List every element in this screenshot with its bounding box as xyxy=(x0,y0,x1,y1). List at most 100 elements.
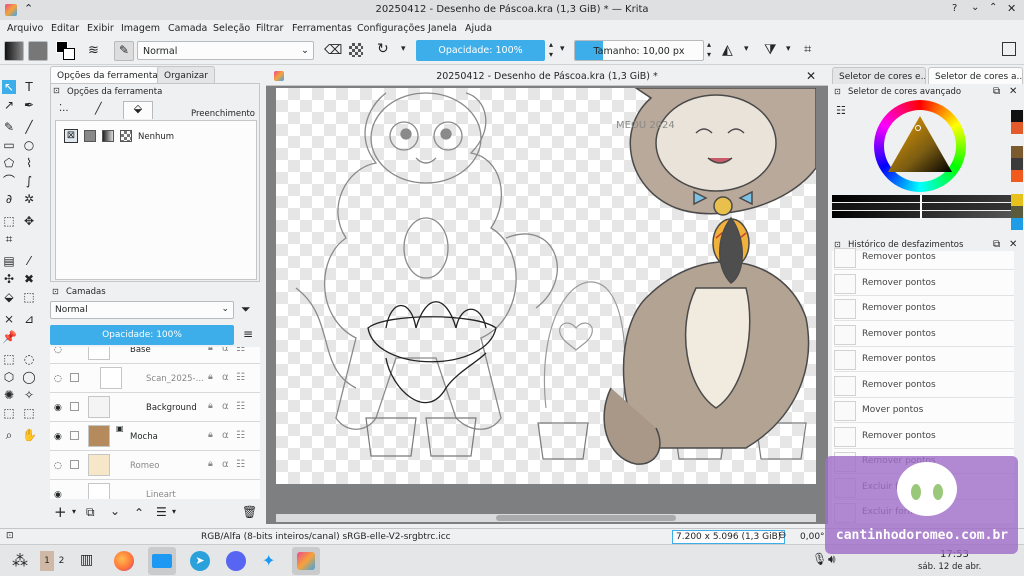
select-shapes-icon[interactable]: ↖ xyxy=(2,80,16,94)
layer-properties-icon[interactable]: ☷ xyxy=(236,401,245,412)
tab-organize[interactable]: Organizar xyxy=(157,66,215,83)
help-icon[interactable]: ? xyxy=(952,3,957,14)
tab-advanced-color-selector[interactable]: Seletor de cores a... xyxy=(928,67,1023,84)
ellipse-tool-icon[interactable]: ○ xyxy=(22,138,36,152)
layer-row[interactable]: ◌ Romeo 🔒︎ α ☷ xyxy=(50,451,260,480)
blend-mode-select[interactable]: Normal ⌄ xyxy=(137,41,314,60)
kdeconnect-icon[interactable]: ✦ xyxy=(262,551,275,570)
chevron-down-icon[interactable]: ▾ xyxy=(401,44,406,54)
hidden-icon[interactable]: ◌ xyxy=(54,461,62,471)
menu-janela[interactable]: Janela xyxy=(428,23,457,34)
zoom-tool-icon[interactable]: ⌕ xyxy=(2,428,16,442)
layer-row[interactable]: ◉ ▣ Mocha 🔒︎ α ☷ xyxy=(50,422,260,451)
checkbox-icon[interactable] xyxy=(70,431,79,440)
move-tool-icon[interactable]: ✥ xyxy=(22,214,36,228)
layer-row[interactable]: ◌ Scan_2025-... 🔒︎ α ☷ xyxy=(50,364,260,393)
lock-icon[interactable]: 🔒︎ xyxy=(208,372,213,382)
krita-taskbar-icon[interactable] xyxy=(292,547,320,575)
status-icon[interactable]: ⊡ xyxy=(6,531,14,541)
menu-ajuda[interactable]: Ajuda xyxy=(465,23,492,34)
duplicate-layer-icon[interactable]: ⧉ xyxy=(86,505,95,520)
brush-settings-icon[interactable]: ≋ xyxy=(88,43,99,58)
discord-icon[interactable] xyxy=(226,551,246,571)
pattern-icon[interactable] xyxy=(28,41,48,61)
move-up-icon[interactable]: ⌃ xyxy=(134,506,144,520)
alpha-icon[interactable]: α xyxy=(222,430,229,441)
bezier-tool-icon[interactable]: ⌒ xyxy=(2,174,16,188)
measure-tool-icon[interactable]: ⊿ xyxy=(22,312,36,326)
calligraphy-icon[interactable]: ✒ xyxy=(22,98,36,112)
alpha-icon[interactable]: α xyxy=(222,347,229,354)
menu-camada[interactable]: Camada xyxy=(168,23,207,34)
close-icon[interactable]: ✕ xyxy=(1007,2,1016,15)
color-settings-icon[interactable]: ☷ xyxy=(836,104,846,117)
history-item[interactable]: Remover pontos xyxy=(834,246,1014,270)
docker-collapse-icon[interactable]: ⊡ xyxy=(53,86,60,95)
magnetic-select-icon[interactable]: ⬚ xyxy=(22,406,36,420)
swatch[interactable] xyxy=(1011,194,1023,206)
eraser-icon[interactable]: ⌫ xyxy=(324,43,342,58)
pan-tool-icon[interactable]: ✋ xyxy=(22,428,37,442)
overview-icon[interactable]: ▥ xyxy=(80,552,93,568)
layer-row[interactable]: ◉ Lineart xyxy=(50,480,260,499)
maximize-icon[interactable]: ⌃ xyxy=(989,2,997,13)
layer-properties-icon[interactable]: ☷ xyxy=(236,347,245,354)
lock-icon[interactable]: 🔒︎ xyxy=(208,430,213,440)
chevron-down-icon[interactable]: ▾ xyxy=(560,44,565,54)
spin-arrows-icon[interactable]: ▴ ▾ xyxy=(707,40,711,60)
dots-icon[interactable]: ⁚.. xyxy=(59,103,69,114)
history-item[interactable]: Remover pontos xyxy=(834,425,1014,449)
volume-icon[interactable]: 🔊︎ xyxy=(828,552,836,567)
horizontal-scrollbar[interactable] xyxy=(276,514,816,522)
swatch[interactable] xyxy=(1011,170,1023,182)
polyline-tool-icon[interactable]: ⌇ xyxy=(22,156,36,170)
move-down-icon[interactable]: ⌄ xyxy=(110,504,120,518)
tab-tool-options[interactable]: Opções da ferramenta xyxy=(50,66,165,83)
pager-desktop-1[interactable]: 1 xyxy=(40,551,54,571)
telegram-icon[interactable]: ➤ xyxy=(190,551,210,571)
delete-layer-icon[interactable]: 🗑︎ xyxy=(242,505,257,519)
file-manager-icon[interactable] xyxy=(148,547,176,575)
lock-icon[interactable]: 🔒︎ xyxy=(208,401,213,411)
workspace-icon[interactable] xyxy=(1002,42,1016,56)
text-tool-icon[interactable]: T xyxy=(22,80,36,94)
history-item[interactable]: Remover pontos xyxy=(834,323,1014,347)
eye-icon[interactable]: ◉ xyxy=(54,490,62,499)
swatch[interactable] xyxy=(1011,122,1023,134)
document-dims[interactable]: 7.200 x 5.096 (1,3 GiB) xyxy=(672,530,786,544)
stroke-icon[interactable]: ╱ xyxy=(95,102,102,115)
layer-properties-icon[interactable]: ☷ xyxy=(236,459,245,470)
add-layer-icon[interactable]: + xyxy=(54,503,67,521)
eye-icon[interactable]: ◉ xyxy=(54,432,62,442)
crop-tool-icon[interactable]: ⌗ xyxy=(2,232,16,246)
reload-icon[interactable]: ↻ xyxy=(377,41,389,57)
close-icon[interactable]: ✕ xyxy=(806,69,816,83)
menu-imagem[interactable]: Imagem xyxy=(121,23,160,34)
menu-selecao[interactable]: Seleção xyxy=(213,23,250,34)
layer-properties-icon[interactable]: ☷ xyxy=(236,372,245,383)
transform-tool-icon[interactable]: ⬚ xyxy=(2,214,16,228)
swatch[interactable] xyxy=(1011,146,1023,158)
tab-color-selector[interactable]: Seletor de cores e... xyxy=(832,67,926,84)
hidden-icon[interactable]: ◌ xyxy=(54,347,62,355)
float-docker-icon[interactable]: ⧉ xyxy=(993,86,1000,97)
swatch[interactable] xyxy=(1011,110,1023,122)
swatch[interactable] xyxy=(1011,158,1023,170)
line-tool-icon[interactable]: ╱ xyxy=(22,120,36,134)
menu-configuracoes[interactable]: Configurações xyxy=(357,23,425,34)
layer-menu-icon[interactable]: ≡ xyxy=(243,327,253,341)
reference-tool-icon[interactable]: 📌 xyxy=(2,330,17,344)
polygon-select-icon[interactable]: ⬡ xyxy=(2,370,16,384)
filter-icon[interactable]: ⏷ xyxy=(241,302,251,317)
fill-gradient-icon[interactable] xyxy=(102,130,114,142)
hidden-icon[interactable]: ◌ xyxy=(54,374,62,384)
layer-row[interactable]: ◌ Base 🔒︎ α ☷ xyxy=(50,347,260,364)
history-item[interactable]: Remover pontos xyxy=(834,297,1014,321)
freehand-select-icon[interactable]: ◯ xyxy=(22,370,36,384)
multibrush-icon[interactable]: ✲ xyxy=(22,192,36,206)
fill-bucket-icon[interactable]: ⬙ xyxy=(123,101,153,119)
layer-blend-select[interactable]: Normal ⌄ xyxy=(50,301,234,319)
history-item[interactable]: Remover pontos xyxy=(834,348,1014,372)
opacity-slider[interactable]: Opacidade: 100% xyxy=(416,40,545,61)
lock-icon[interactable]: 🔒︎ xyxy=(208,459,213,469)
